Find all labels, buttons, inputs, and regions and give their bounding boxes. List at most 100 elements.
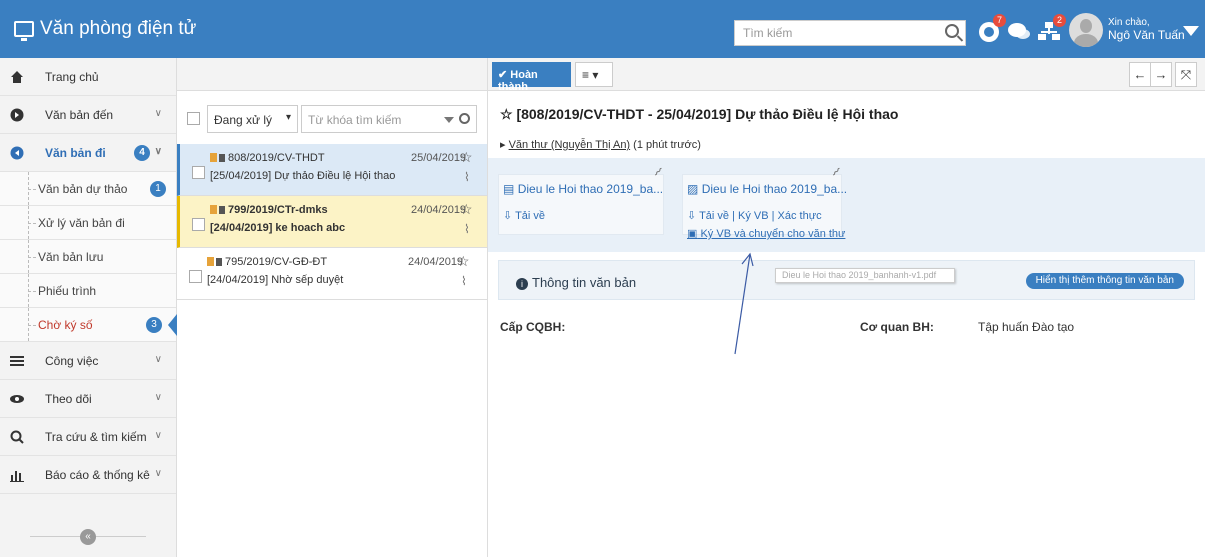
doc-summary: [24/04/2019] ke hoach abc <box>210 222 346 234</box>
sidebar-item-label: Trang chủ <box>45 69 99 84</box>
more-menu-button[interactable]: ≡ ▾ <box>575 62 613 87</box>
row-checkbox[interactable] <box>192 166 205 179</box>
expand-caret-icon[interactable]: ▸ <box>500 139 506 151</box>
download-icon: ⇩ <box>687 210 697 222</box>
sidebar-subitem-drafts[interactable]: Văn bản dự thảo 1 <box>0 172 176 206</box>
document-list-panel: Đang xử lý Từ khóa tìm kiếm 808/2019/CV-… <box>177 58 488 557</box>
issuing-agency-value: Tập huấn Đào tạo <box>978 320 1075 334</box>
download-link[interactable]: ⇩ Tải về <box>503 209 545 222</box>
chevron-down-icon: ∨ <box>154 468 162 479</box>
list-filter-bar: Đang xử lý Từ khóa tìm kiếm <box>187 105 477 133</box>
sidebar-item-label: Văn bản đến <box>45 107 114 122</box>
sidebar-item-incoming[interactable]: Văn bản đến ∨ <box>0 96 176 134</box>
attachment-flag-icon <box>216 258 222 266</box>
attachment-flag-icon <box>219 206 225 214</box>
chevron-down-icon: ∨ <box>154 108 162 119</box>
keyword-search-input[interactable]: Từ khóa tìm kiếm <box>301 105 477 133</box>
show-more-info-button[interactable]: Hiển thị thêm thông tin văn bản <box>1025 273 1184 289</box>
sidebar-subitem-awaiting-signature[interactable]: Chờ ký số 3 <box>0 308 177 342</box>
notification-icon[interactable]: 7 <box>976 14 1006 44</box>
detail-toolbar: ✔ Hoàn thành ≡ ▾ ← → ⤧ <box>488 58 1205 93</box>
app-brand[interactable]: Văn phòng điện tử <box>14 18 196 41</box>
list-item[interactable]: 799/2019/CTr-dmks 24/04/2019 ☆ ⌇ [24/04/… <box>177 196 487 248</box>
attachments-area: ⌇ ▤ Dieu le Hoi thao 2019_ba... ⇩ Tải về… <box>488 158 1205 252</box>
doc-date: 25/04/2019 <box>411 152 467 164</box>
chevron-down-icon: ∨ <box>154 354 162 365</box>
sidebar-subitem-submissions[interactable]: Phiếu trình <box>0 274 176 308</box>
info-title[interactable]: i Thông tin văn bản <box>516 275 636 290</box>
sitemap-icon[interactable]: 2 <box>1036 14 1066 44</box>
sidebar: Trang chủ Văn bản đến ∨ Văn bản đi 4 ∨ V… <box>0 58 177 557</box>
doc-number: 808/2019/CV-THDT <box>210 152 325 164</box>
monitor-icon <box>14 21 34 41</box>
doc-number-text: 808/2019/CV-THDT <box>228 152 325 164</box>
sidebar-subitem-process-outgoing[interactable]: Xử lý văn bản đi <box>0 206 176 240</box>
complete-button[interactable]: ✔ Hoàn thành <box>492 62 571 93</box>
chevron-down-icon: ∨ <box>154 392 162 403</box>
check-icon: ✔ <box>498 69 508 81</box>
bar-chart-icon <box>10 471 24 482</box>
sidebar-item-label: Văn bản đi <box>45 145 106 160</box>
arrow-circle-icon <box>10 146 24 160</box>
star-icon[interactable]: ☆ <box>457 253 470 270</box>
doc-date: 24/04/2019 <box>408 256 464 268</box>
sidebar-collapse-button[interactable]: « <box>0 517 176 557</box>
sidebar-item-label: Theo dõi <box>45 391 92 406</box>
star-icon[interactable]: ☆ <box>460 149 473 166</box>
attachment-filename: Dieu le Hoi thao 2019_ba... <box>701 182 848 196</box>
filter-dropdown-icon[interactable] <box>444 117 454 123</box>
sign-icon: ▣ <box>687 228 698 240</box>
star-icon[interactable]: ☆ <box>460 201 473 218</box>
user-greeting[interactable]: Xin chào, Ngô Văn Tuấn <box>1108 17 1185 41</box>
sidebar-subitem-archive[interactable]: Văn bản lưu <box>0 240 176 274</box>
search-input[interactable]: Tìm kiếm <box>734 20 966 46</box>
user-name: Ngô Văn Tuấn <box>1108 28 1185 42</box>
tasks-badge: 2 <box>1053 14 1066 27</box>
sidebar-item-outgoing[interactable]: Văn bản đi 4 ∨ <box>0 134 176 172</box>
download-icon: ⇩ <box>503 210 513 222</box>
sign-and-forward-link[interactable]: ▣ Ký VB và chuyển cho văn thư <box>687 227 845 240</box>
sidebar-item-tasks[interactable]: Công việc ∨ <box>0 342 176 380</box>
attachment-card: ⌇ ▤ Dieu le Hoi thao 2019_ba... ⇩ Tải về <box>498 165 665 235</box>
row-checkbox[interactable] <box>192 218 205 231</box>
chat-icon[interactable] <box>1006 18 1032 44</box>
forward-arrow-icon[interactable]: → <box>1150 62 1172 87</box>
attachment-card: ⌇ ▨ Dieu le Hoi thao 2019_ba... ⇩ Tải về… <box>682 165 847 240</box>
list-item[interactable]: 795/2019/CV-GĐ-ĐT 24/04/2019 ☆ ⌇ [24/04/… <box>177 248 487 300</box>
sidebar-subitem-label: Phiếu trình <box>38 283 97 298</box>
avatar[interactable] <box>1069 13 1103 47</box>
attachment-actions-label: Tải về | Ký VB | Xác thực <box>699 210 822 222</box>
sidebar-item-follow[interactable]: Theo dõi ∨ <box>0 380 176 418</box>
attachment-actions[interactable]: ⇩ Tải về | Ký VB | Xác thực <box>687 209 822 222</box>
search-icon[interactable] <box>459 113 470 124</box>
sidebar-item-search[interactable]: Tra cứu & tìm kiếm ∨ <box>0 418 176 456</box>
home-icon <box>11 71 23 83</box>
paperclip-icon: ⌇ <box>651 164 666 180</box>
user-menu-caret-icon[interactable] <box>1183 26 1199 36</box>
doc-number: 795/2019/CV-GĐ-ĐT <box>207 256 327 268</box>
menu-icon: ≡ ▾ <box>582 68 599 82</box>
fullscreen-icon[interactable]: ⤧ <box>1175 62 1197 87</box>
select-all-checkbox[interactable] <box>187 112 200 125</box>
paperclip-icon: ⌇ <box>829 164 844 180</box>
search-icon[interactable] <box>945 24 959 38</box>
status-select-value: Đang xử lý <box>214 113 273 127</box>
sidebar-item-label: Tra cứu & tìm kiếm <box>45 429 147 444</box>
list-icon <box>10 356 24 366</box>
back-arrow-icon[interactable]: ← <box>1129 62 1151 87</box>
sender-link[interactable]: Văn thư (Nguyễn Thị An) <box>509 139 631 151</box>
attachment-file-link[interactable]: ▤ Dieu le Hoi thao 2019_ba... <box>503 182 663 196</box>
status-select[interactable]: Đang xử lý <box>207 105 298 133</box>
document-icon <box>210 205 217 214</box>
document-info-panel: i Thông tin văn bản Dieu le Hoi thao 2019… <box>498 260 1195 300</box>
sidebar-item-home[interactable]: Trang chủ <box>0 58 176 96</box>
paperclip-icon: ⌇ <box>461 274 467 288</box>
list-item[interactable]: 808/2019/CV-THDT 25/04/2019 ☆ ⌇ [25/04/2… <box>177 144 487 196</box>
issuing-level-label: Cấp CQBH: <box>500 320 566 334</box>
count-badge: 4 <box>134 145 150 161</box>
sidebar-item-reports[interactable]: Báo cáo & thống kê ∨ <box>0 456 176 494</box>
count-badge: 1 <box>150 181 166 197</box>
download-label: Tải về <box>515 210 546 222</box>
row-checkbox[interactable] <box>189 270 202 283</box>
attachment-file-link[interactable]: ▨ Dieu le Hoi thao 2019_ba... <box>687 182 847 196</box>
